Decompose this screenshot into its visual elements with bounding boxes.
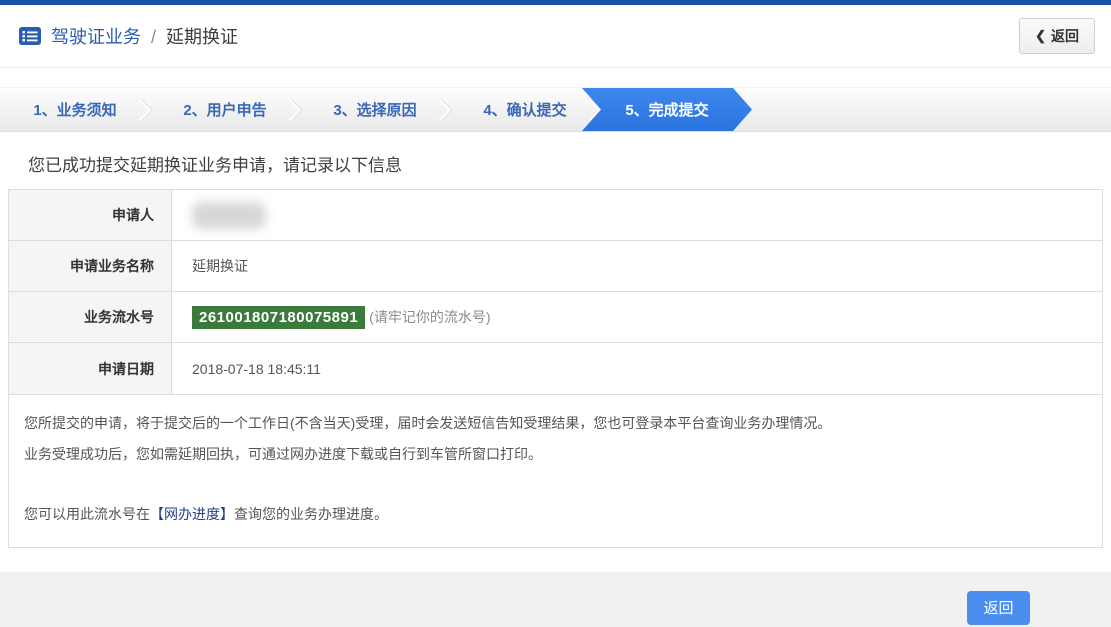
serial-number-hint: (请牢记你的流水号) — [369, 307, 490, 327]
progress-note-suffix: 查询您的业务办理进度。 — [234, 506, 388, 522]
progress-note: 您可以用此流水号在【网办进度】查询您的业务办理进度。 — [24, 499, 1087, 530]
table-row-apply-date: 申请日期 2018-07-18 18:45:11 — [9, 343, 1102, 394]
step-3-select-reason[interactable]: 3、选择原因 — [300, 88, 450, 131]
table-row-serial-number: 业务流水号 261001807180075891 (请牢记你的流水号) — [9, 292, 1102, 343]
note-line-2: 业务受理成功后，您如需延期回执，可通过网办进度下载或自行到车管所窗口打印。 — [24, 439, 1087, 470]
chevron-right-icon — [129, 98, 152, 121]
chevron-left-icon: ❮ — [1035, 28, 1046, 44]
breadcrumb-category: 驾驶证业务 — [51, 27, 141, 47]
step-label: 4、确认提交 — [483, 99, 566, 120]
table-row-applicant: 申请人 — [9, 190, 1102, 241]
document-list-icon — [18, 26, 42, 46]
footer-action-bar: 返回 — [0, 572, 1111, 627]
step-5-complete-submit-active[interactable]: 5、完成提交 — [582, 88, 752, 131]
step-4-confirm-submit[interactable]: 4、确认提交 — [450, 88, 600, 131]
chevron-right-icon — [429, 98, 452, 121]
row-value: 延期换证 — [172, 241, 1102, 291]
back-button-label: 返回 — [1051, 26, 1079, 46]
row-label: 申请人 — [9, 190, 172, 240]
step-label: 3、选择原因 — [333, 99, 416, 120]
row-value: 2018-07-18 18:45:11 — [172, 343, 1102, 394]
row-value: 261001807180075891 (请牢记你的流水号) — [172, 292, 1102, 342]
chevron-right-icon — [279, 98, 302, 121]
step-2-user-declaration[interactable]: 2、用户申告 — [150, 88, 300, 131]
breadcrumb-separator: / — [151, 27, 156, 47]
wizard-step-bar: 1、业务须知 2、用户申告 3、选择原因 4、确认提交 5、完成提交 — [0, 87, 1111, 132]
row-label: 申请日期 — [9, 343, 172, 394]
application-info-table: 申请人 申请业务名称 延期换证 业务流水号 261001807180075891… — [8, 189, 1103, 395]
notes-box: 您所提交的申请，将于提交后的一个工作日(不含当天)受理，届时会发送短信告知受理结… — [8, 395, 1103, 548]
redacted-applicant-name — [192, 202, 266, 229]
row-label: 申请业务名称 — [9, 241, 172, 291]
breadcrumb: 驾驶证业务 / 延期换证 — [18, 23, 238, 49]
step-label: 2、用户申告 — [183, 99, 266, 120]
step-1-business-notice[interactable]: 1、业务须知 — [0, 88, 150, 131]
page-header: 驾驶证业务 / 延期换证 ❮ 返回 — [0, 5, 1111, 68]
serial-number-badge: 261001807180075891 — [192, 306, 365, 329]
success-message: 您已成功提交延期换证业务申请，请记录以下信息 — [28, 151, 1111, 176]
back-button-top[interactable]: ❮ 返回 — [1019, 18, 1095, 54]
step-label: 5、完成提交 — [625, 99, 708, 120]
breadcrumb-current: 延期换证 — [166, 27, 238, 47]
note-line-1: 您所提交的申请，将于提交后的一个工作日(不含当天)受理，届时会发送短信告知受理结… — [24, 408, 1087, 439]
page-title: 驾驶证业务 / 延期换证 — [51, 23, 238, 49]
row-value — [172, 190, 1102, 240]
online-progress-link[interactable]: 【网办进度】 — [150, 506, 234, 522]
row-label: 业务流水号 — [9, 292, 172, 342]
return-button[interactable]: 返回 — [967, 591, 1030, 625]
progress-note-prefix: 您可以用此流水号在 — [24, 506, 150, 522]
table-row-business-name: 申请业务名称 延期换证 — [9, 241, 1102, 292]
step-label: 1、业务须知 — [33, 99, 116, 120]
